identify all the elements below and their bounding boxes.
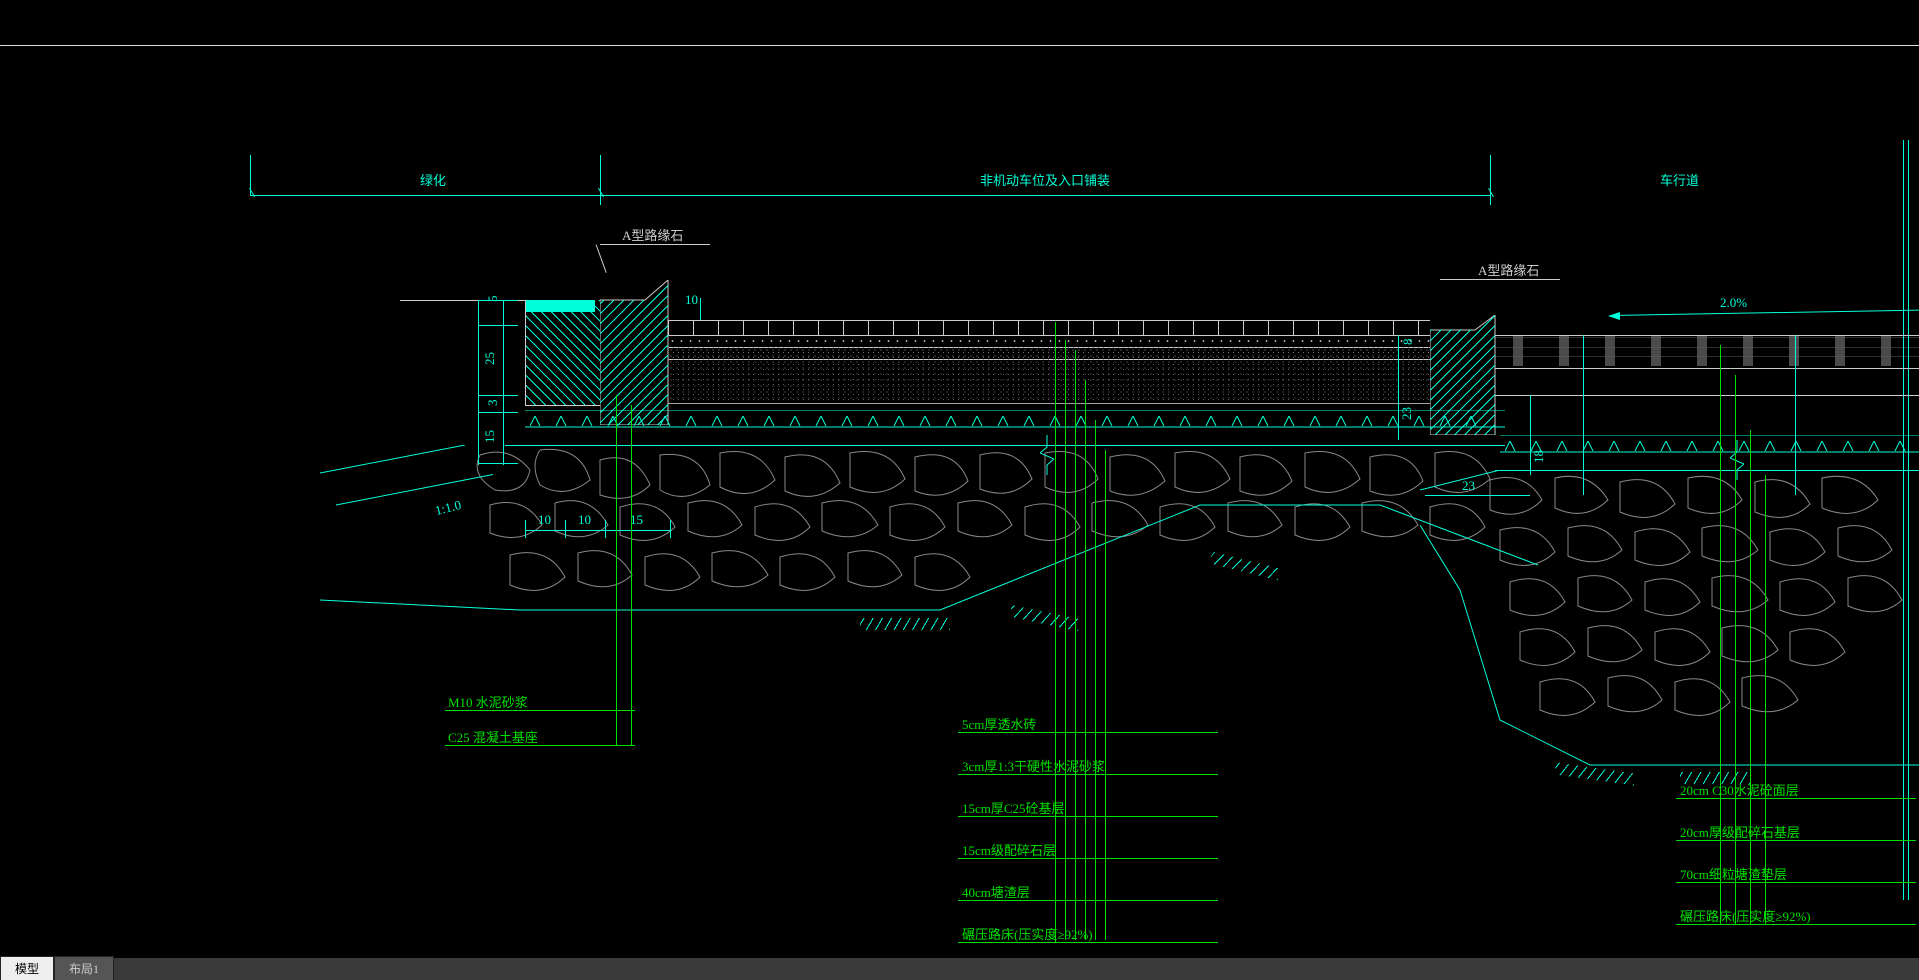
dim-5: 5 (485, 296, 501, 303)
curb-label-2: A型路缘石 (1478, 260, 1539, 279)
leader-mid-v3 (1075, 350, 1076, 940)
dim-10c: 10 (685, 292, 698, 308)
note-left-1: C25 混凝土基座 (448, 727, 538, 746)
dim-r-axis (1398, 335, 1399, 440)
zone-label-parking: 非机动车位及入口铺装 (980, 170, 1110, 189)
dim-t2 (478, 325, 518, 326)
tab-bar: 模型 布局1 (0, 958, 1919, 980)
zone-label-roadway: 车行道 (1660, 170, 1699, 189)
aggregate-layer (668, 359, 1430, 404)
curb-label-1: A型路缘石 (622, 225, 683, 244)
dim-bh-t3 (605, 520, 606, 538)
note-mid-1: 3cm厚1:3干硬性水泥砂浆 (962, 756, 1105, 775)
dim-23b: 23 (1462, 478, 1475, 494)
cad-canvas[interactable]: 绿化 非机动车位及入口铺装 车行道 A型路缘石 A型路缘石 2.0% (0, 0, 1919, 980)
dim-10a: 10 (538, 512, 551, 528)
note-mid-0: 5cm厚透水砖 (962, 714, 1036, 733)
leader-left-v2 (631, 405, 632, 745)
leader-mid-v2 (1065, 340, 1066, 940)
dim-r2-axis (1530, 395, 1531, 475)
rubble-outline-right (1420, 470, 1919, 780)
tab-layout1[interactable]: 布局1 (54, 956, 114, 980)
tri-fill-2 (1505, 439, 1915, 449)
note-mid-2: 15cm厚C25砼基层 (962, 798, 1065, 817)
paving-bricks (668, 320, 1430, 336)
breakline-2 (1730, 440, 1744, 480)
dim-bh-line (525, 530, 670, 531)
note-r-3: 碾压路床(压实度≥92%) (1680, 906, 1811, 925)
curb-leader-1b (596, 244, 607, 273)
dim-10c-axis (700, 298, 701, 320)
leader-r-v3 (1750, 430, 1751, 925)
dim-23b-line (1425, 495, 1530, 496)
dim-25: 25 (482, 352, 498, 365)
dim-bh-t4 (670, 520, 671, 538)
breakline-1 (1040, 435, 1054, 475)
leader-mid-v6 (1105, 450, 1106, 940)
road-l2 (1495, 368, 1919, 369)
ground-hatch-1 (860, 618, 950, 630)
zone-dim-line (250, 195, 1490, 196)
dim-10b: 10 (578, 512, 591, 528)
note-left-0: M10 水泥砂浆 (448, 692, 528, 711)
titlebar-divider (0, 45, 1919, 46)
dim-15: 15 (482, 430, 498, 443)
road-l3 (1495, 395, 1919, 396)
curb-1-hatch (600, 280, 668, 425)
note-mid-5: 碾压路床(压实度≥92%) (962, 924, 1093, 943)
note-mid-4: 40cm塘渣层 (962, 882, 1030, 901)
leader-r-v4 (1765, 475, 1766, 925)
dim-t4 (478, 412, 518, 413)
note-r-2: 70cm细粒塘渣垫层 (1680, 864, 1787, 883)
soil-bottom (525, 405, 600, 406)
dim-bh-t2 (565, 520, 566, 538)
tri-fill-1 (530, 414, 1500, 424)
tab-model[interactable]: 模型 (0, 956, 54, 980)
leader-left-v1 (616, 395, 617, 745)
dim-t3 (478, 395, 518, 396)
leader-r-v2 (1735, 375, 1736, 925)
soil-block-left (525, 300, 600, 405)
note-mid-3: 15cm级配碎石层 (962, 840, 1056, 859)
note-r-1: 20cm厚级配碎石基层 (1680, 822, 1800, 841)
road-dash (1495, 336, 1919, 366)
dim-23a: 23 (1399, 407, 1415, 420)
road-vert-2 (1795, 335, 1796, 495)
leader-mid-v5 (1095, 420, 1096, 940)
dim-t5 (478, 463, 518, 464)
dim-18: 18 (1531, 450, 1547, 463)
zone-label-greening: 绿化 (420, 170, 446, 189)
leader-mid-v4 (1085, 380, 1086, 940)
dim-3: 3 (485, 400, 501, 407)
rubble-outline-left (320, 445, 1540, 645)
slope-arrow (1608, 312, 1620, 320)
dim-8: 8 (1400, 339, 1416, 346)
zone-tick-3 (1490, 155, 1491, 205)
road-vert-1 (1583, 335, 1584, 495)
curb-leader-1 (600, 244, 710, 245)
soil-left-edge (525, 300, 526, 405)
zone-tick-2 (600, 155, 601, 205)
dim-bh-t1 (525, 520, 526, 538)
curb-leader-2 (1440, 279, 1560, 280)
slope-label: 2.0% (1720, 295, 1747, 311)
note-r-0: 20cm C30水泥砼面层 (1680, 780, 1799, 799)
slope-line (1610, 310, 1919, 316)
